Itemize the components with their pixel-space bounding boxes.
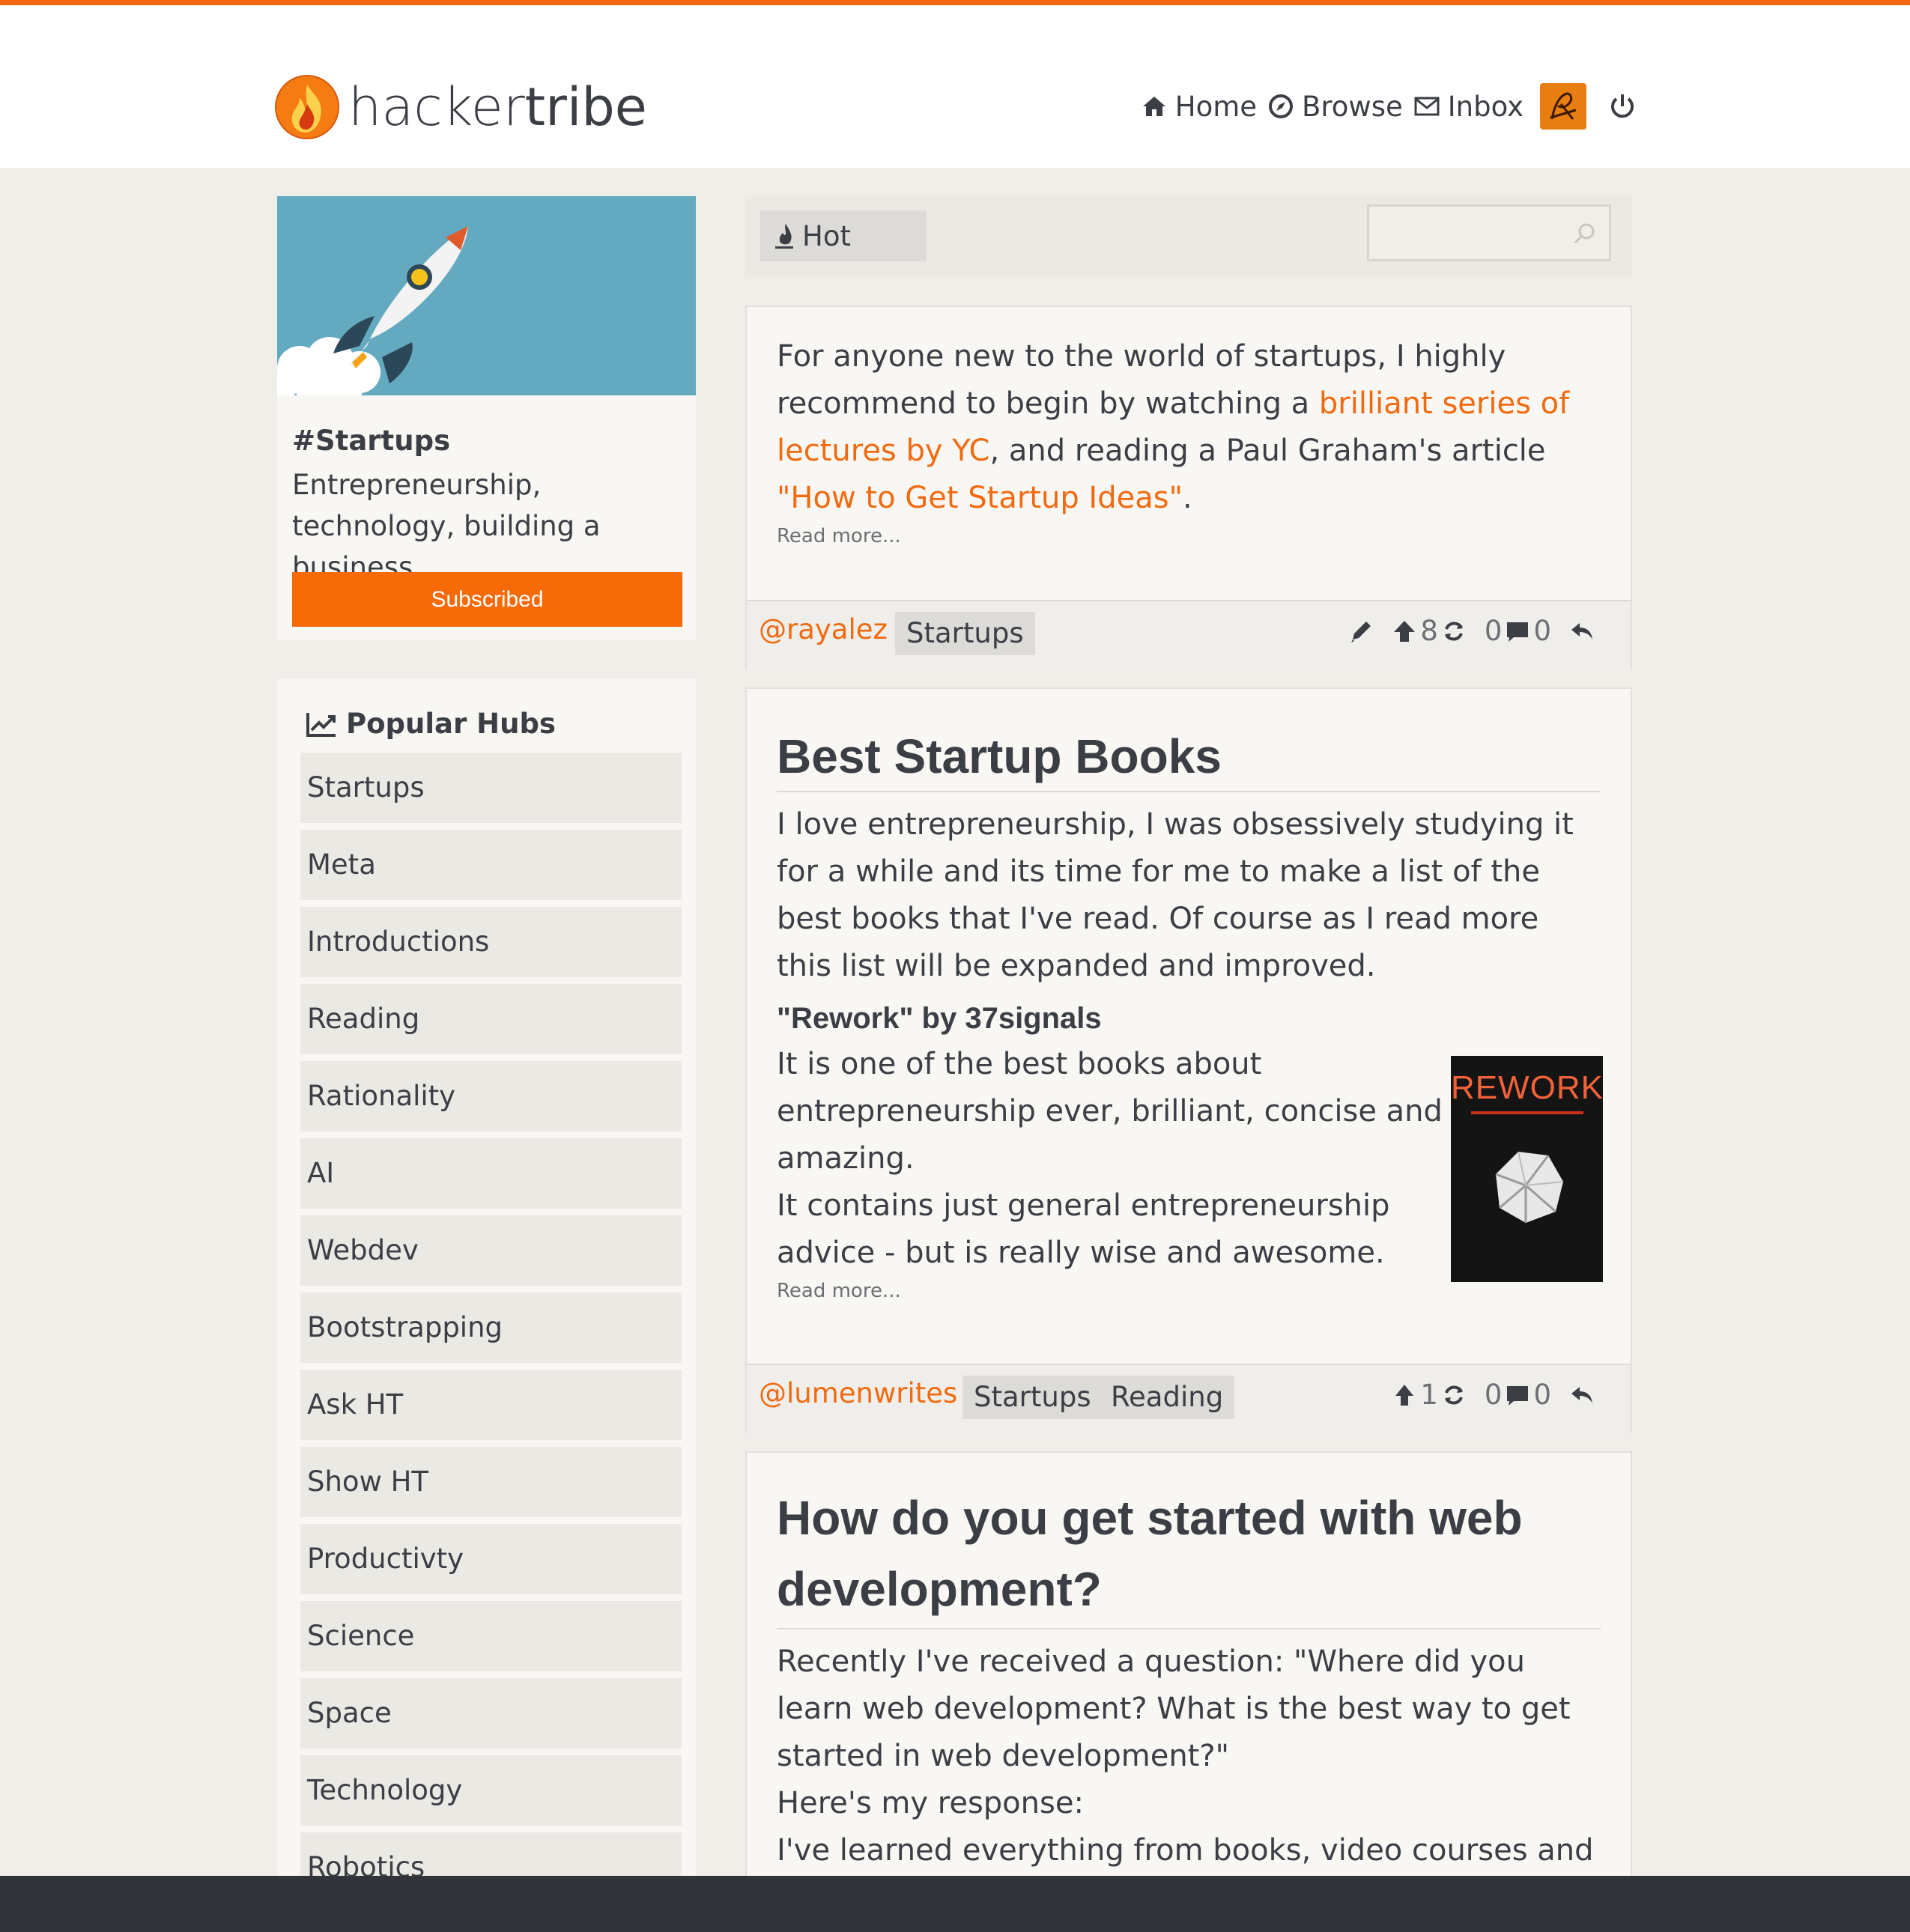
popular-hubs-panel: Popular Hubs Startups Meta Introductions… <box>277 679 696 1903</box>
hub-item-show-ht[interactable]: Show HT <box>300 1447 682 1517</box>
post-paragraph: Here's my response: <box>777 1786 1084 1820</box>
rework-book-cover: REWORK <box>1451 1056 1603 1282</box>
repost-count: 0 <box>1484 1379 1503 1411</box>
user-avatar[interactable] <box>1540 83 1586 130</box>
hub-item-bootstrapping[interactable]: Bootstrapping <box>300 1292 682 1363</box>
post-tag[interactable]: Reading <box>1100 1376 1235 1419</box>
hub-item-science[interactable]: Science <box>300 1601 682 1671</box>
post-author[interactable]: @rayalez <box>759 613 888 645</box>
logout-power-icon[interactable] <box>1607 91 1637 121</box>
search-box <box>1367 204 1611 261</box>
nav-home-label: Home <box>1174 90 1258 123</box>
post-text: For anyone new to the world of startups,… <box>777 333 1601 522</box>
upvote-arrow-icon[interactable] <box>1392 619 1417 644</box>
comment-icon[interactable] <box>1505 1382 1530 1408</box>
post-text-segment: , and reading a Paul Graham's article <box>989 434 1546 468</box>
repost-count: 0 <box>1484 615 1503 647</box>
feed-toolbar: Hot <box>745 196 1632 276</box>
post-actions: 1 0 0 <box>1392 1379 1595 1411</box>
post-intro: I love entrepreneurship, I was obsessive… <box>777 807 1574 983</box>
hub-item-introductions[interactable]: Introductions <box>300 907 682 977</box>
flame-logo-icon[interactable] <box>274 74 340 140</box>
post-footer: @lumenwrites Startups Reading 1 0 0 <box>747 1364 1631 1435</box>
popular-hubs-title-text: Popular Hubs <box>346 708 556 740</box>
home-icon <box>1142 97 1165 116</box>
post-card: How do you get started with web developm… <box>745 1451 1632 1916</box>
nav-home[interactable]: Home <box>1141 91 1257 123</box>
post-paragraph: Recently I've received a question: "Wher… <box>777 1644 1571 1773</box>
book-cover-title: REWORK <box>1451 1069 1604 1106</box>
search-icon[interactable] <box>1573 222 1597 246</box>
hub-item-ask-ht[interactable]: Ask HT <box>300 1370 682 1440</box>
hub-item-startups[interactable]: Startups <box>300 753 682 823</box>
post-paragraph: It contains just general entrepreneurshi… <box>777 1188 1390 1270</box>
comment-count: 0 <box>1533 1379 1551 1411</box>
sort-hot-label: Hot <box>802 219 851 252</box>
post-title[interactable]: How do you get started with web developm… <box>777 1483 1601 1629</box>
comment-count: 0 <box>1533 615 1551 647</box>
flame-icon <box>775 224 793 249</box>
post-text-segment: . <box>1182 481 1192 515</box>
repost-icon[interactable] <box>1441 1382 1467 1408</box>
post-tag[interactable]: Startups <box>895 612 1035 655</box>
comment-icon[interactable] <box>1505 619 1530 644</box>
post-title[interactable]: Best Startup Books <box>777 725 1601 792</box>
hub-item-webdev[interactable]: Webdev <box>300 1215 682 1286</box>
nav-browse-label: Browse <box>1302 90 1403 123</box>
brand-suffix: tribe <box>524 76 647 138</box>
hub-item-meta[interactable]: Meta <box>300 830 682 900</box>
envelope-icon <box>1414 97 1440 116</box>
crumpled-paper-icon <box>1495 1151 1564 1223</box>
sort-hot-button[interactable]: Hot <box>760 210 927 261</box>
startup-ideas-link[interactable]: "How to Get Startup Ideas" <box>777 481 1183 515</box>
upvote-count: 1 <box>1420 1379 1438 1411</box>
post-footer: @rayalez Startups 8 0 0 <box>747 600 1631 671</box>
read-more-link[interactable]: Read more... <box>777 1280 1601 1302</box>
upvote-arrow-icon[interactable] <box>1392 1382 1417 1408</box>
hub-item-reading[interactable]: Reading <box>300 984 682 1054</box>
read-more-link[interactable]: Read more... <box>777 525 1601 547</box>
bottom-bar <box>0 1876 1910 1932</box>
top-nav: Home Browse Inbox <box>1141 80 1637 133</box>
hub-item-technology[interactable]: Technology <box>300 1755 682 1826</box>
nav-inbox[interactable]: Inbox <box>1413 91 1524 123</box>
edit-pencil-icon[interactable] <box>1348 619 1374 644</box>
hub-list: Startups Meta Introductions Reading Rati… <box>300 753 682 1910</box>
post-body: Best Startup Books I love entrepreneursh… <box>747 689 1631 1302</box>
hub-card: #Startups Entrepreneurship, technology, … <box>277 196 696 640</box>
post-card: For anyone new to the world of startups,… <box>745 306 1632 671</box>
hub-item-space[interactable]: Space <box>300 1678 682 1749</box>
nav-browse[interactable]: Browse <box>1267 91 1403 123</box>
avatar-glyph-icon <box>1550 92 1577 120</box>
post-card: Best Startup Books I love entrepreneursh… <box>745 687 1632 1435</box>
post-tag[interactable]: Startups <box>962 1376 1103 1419</box>
brand-name[interactable]: hackertribe <box>348 74 647 140</box>
post-author[interactable]: @lumenwrites <box>759 1377 957 1409</box>
site-header: hackertribe Home Browse Inbox <box>0 5 1910 168</box>
search-input[interactable] <box>1369 207 1573 261</box>
subscribed-button[interactable]: Subscribed <box>292 572 682 627</box>
brand-prefix: hacker <box>348 76 525 138</box>
upvote-count: 8 <box>1420 615 1438 647</box>
hub-item-rationality[interactable]: Rationality <box>300 1061 682 1131</box>
repost-icon[interactable] <box>1441 619 1467 644</box>
post-paragraph: It is one of the best books about entrep… <box>777 1047 1443 1176</box>
post-actions: 8 0 0 <box>1348 615 1595 647</box>
popular-hubs-title: Popular Hubs <box>306 708 556 740</box>
hub-item-productivty[interactable]: Productivty <box>300 1524 682 1594</box>
top-accent-stripe <box>0 0 1910 5</box>
post-body: How do you get started with web developm… <box>747 1453 1631 1914</box>
hub-item-ai[interactable]: AI <box>300 1138 682 1209</box>
compass-icon <box>1269 94 1294 118</box>
post-subtitle: "Rework" by 37signals <box>777 1002 1102 1035</box>
hub-banner-image <box>277 196 696 395</box>
nav-inbox-label: Inbox <box>1447 90 1524 123</box>
reply-arrow-icon[interactable] <box>1569 619 1595 644</box>
hub-name: #Startups <box>292 425 451 457</box>
trending-chart-icon <box>306 712 336 737</box>
rocket-icon <box>277 226 468 395</box>
post-body: For anyone new to the world of startups,… <box>747 307 1631 547</box>
reply-arrow-icon[interactable] <box>1569 1382 1595 1408</box>
hub-description: Entrepreneurship, technology, building a… <box>292 469 601 583</box>
